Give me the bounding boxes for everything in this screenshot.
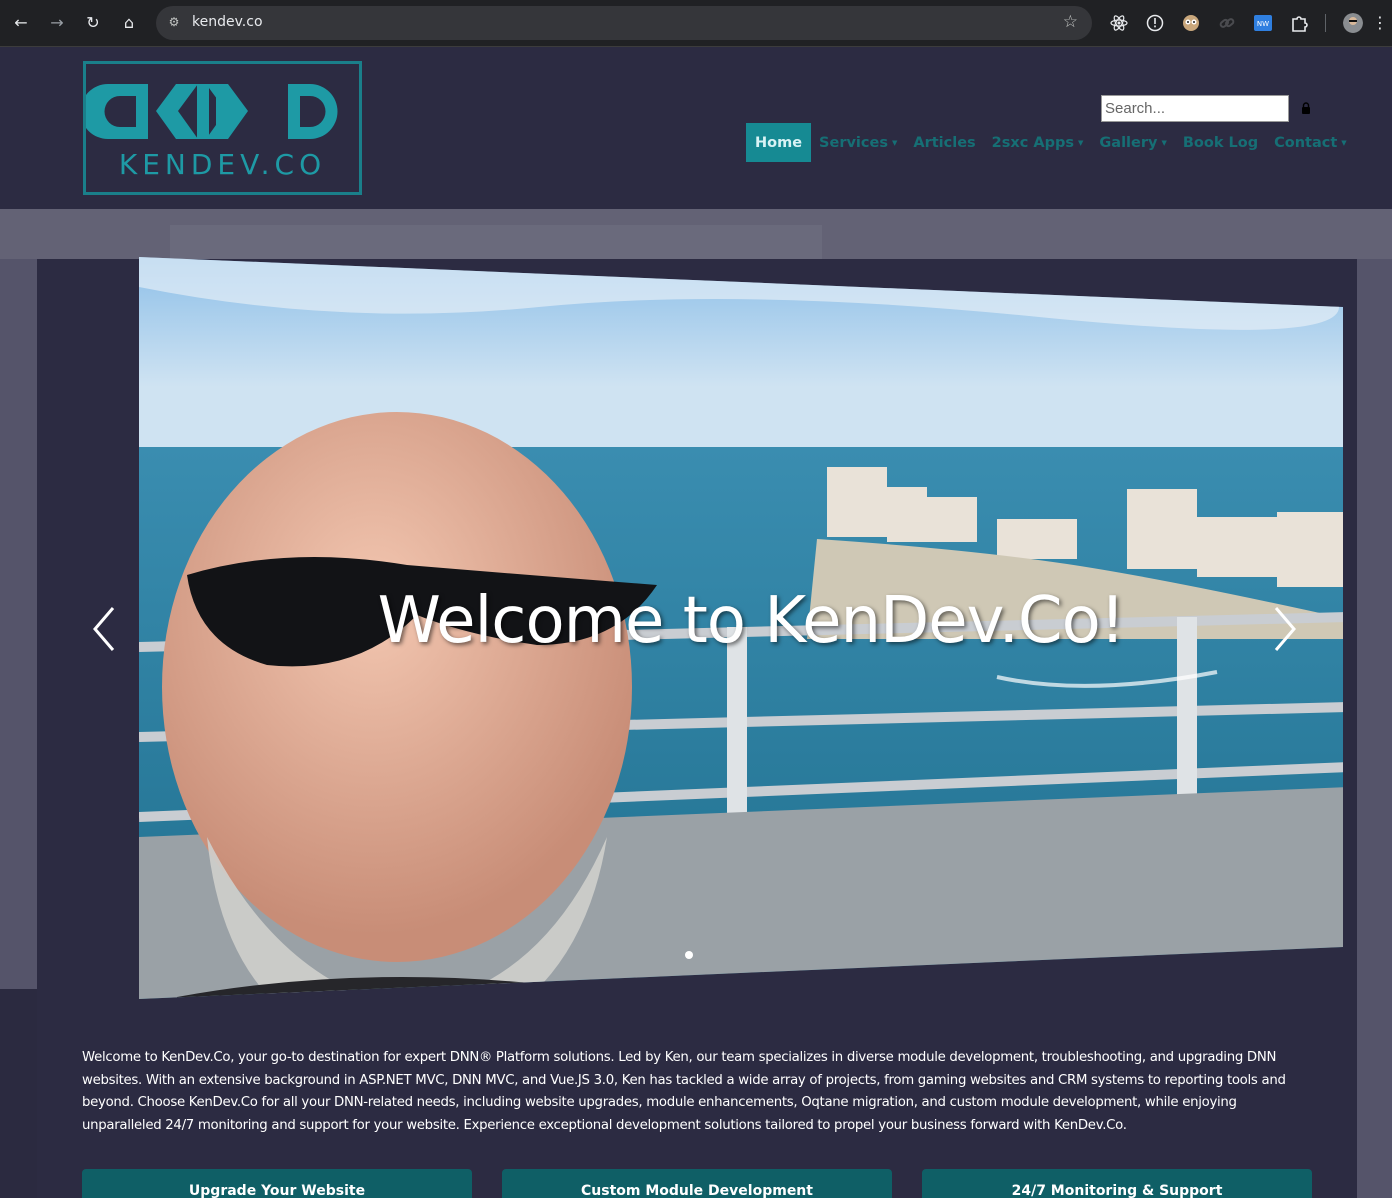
forward-icon[interactable]: → [46, 12, 68, 34]
browser-menu-icon[interactable]: ⋮ [1372, 12, 1388, 34]
monitoring-support-button[interactable]: 24/7 Monitoring & Support [922, 1169, 1312, 1198]
site-info-icon[interactable]: ⚙ [166, 14, 182, 30]
nav-2sxc-apps[interactable]: 2sxc Apps ▼ [984, 123, 1092, 162]
back-icon[interactable]: ← [10, 12, 32, 34]
nav-contact[interactable]: Contact ▼ [1266, 123, 1355, 162]
nav-home[interactable]: Home [746, 123, 812, 162]
svg-text:NW: NW [1257, 20, 1269, 28]
chevron-right-icon[interactable] [1270, 604, 1300, 654]
upgrade-website-button[interactable]: Upgrade Your Website [82, 1169, 472, 1198]
link-extension-icon[interactable] [1217, 13, 1237, 33]
react-devtools-icon[interactable] [1109, 13, 1129, 33]
cta-label: Custom Module Development [581, 1183, 813, 1198]
nav-label: Gallery [1099, 134, 1158, 151]
search-input[interactable] [1101, 95, 1289, 122]
nav-book-log[interactable]: Book Log [1175, 123, 1266, 162]
address-url[interactable]: kendev.co [192, 14, 263, 30]
nw-extension-icon[interactable]: NW [1253, 13, 1273, 33]
cta-label: Upgrade Your Website [188, 1183, 366, 1198]
nav-label: Book Log [1182, 134, 1259, 151]
browser-toolbar: ← → ↻ ⌂ ⚙ kendev.co ☆ NW ⋮ [0, 0, 1392, 47]
nav-label: 2sxc Apps [991, 134, 1074, 151]
address-bar[interactable]: ⚙ kendev.co ☆ [156, 6, 1092, 40]
page-margin-left [0, 259, 37, 989]
nav-articles[interactable]: Articles [905, 123, 983, 162]
nav-label: Contact [1274, 134, 1338, 151]
caret-down-icon: ▼ [891, 138, 898, 147]
main-nav: Home Services ▼ Articles 2sxc Apps ▼ Galle… [746, 123, 1355, 162]
caret-down-icon: ▼ [1341, 138, 1347, 147]
cta-label: 24/7 Monitoring & Support [1011, 1183, 1223, 1198]
site-logo[interactable]: KENDEV.CO [83, 61, 362, 195]
hero-title: Welcome to KenDev.Co! [377, 584, 1126, 658]
logo-wordmark: KENDEV.CO [118, 148, 327, 181]
intro-paragraph: Welcome to KenDev.Co, your go-to destina… [82, 1050, 1286, 1133]
cta-row: Upgrade Your Website Custom Module Devel… [82, 1169, 1314, 1198]
chevron-left-icon[interactable] [89, 604, 119, 654]
caret-down-icon: ▼ [1078, 138, 1084, 147]
nav-services[interactable]: Services ▼ [811, 123, 905, 162]
site-header: KENDEV.CO Home Services▼ Articles 2sxc A… [0, 47, 1392, 209]
caret-down-icon: ▼ [1161, 138, 1167, 147]
hero-carousel: Welcome to KenDev.Co! [37, 257, 1357, 999]
toolbar-divider [1325, 14, 1326, 32]
nav-gallery[interactable]: Gallery ▼ [1091, 123, 1174, 162]
custom-module-button[interactable]: Custom Module Development [502, 1169, 892, 1198]
carousel-indicator[interactable] [685, 951, 693, 959]
band-tint [170, 225, 822, 259]
nav-label: Services [819, 134, 888, 151]
main-content: Welcome to KenDev.Co! Welcome to KenDev.… [37, 257, 1357, 1198]
reload-icon[interactable]: ↻ [82, 12, 104, 34]
owl-extension-icon[interactable] [1181, 13, 1201, 33]
bookmark-star-icon[interactable]: ☆ [1063, 12, 1078, 32]
profile-avatar[interactable] [1343, 13, 1363, 33]
puzzle-icon[interactable] [1289, 13, 1309, 33]
page-margin-right [1357, 259, 1392, 1198]
info-icon[interactable] [1145, 13, 1165, 33]
nav-label: Home [755, 134, 803, 151]
nav-label: Articles [913, 134, 976, 151]
home-icon[interactable]: ⌂ [118, 12, 140, 34]
lock-icon[interactable] [1301, 102, 1311, 114]
